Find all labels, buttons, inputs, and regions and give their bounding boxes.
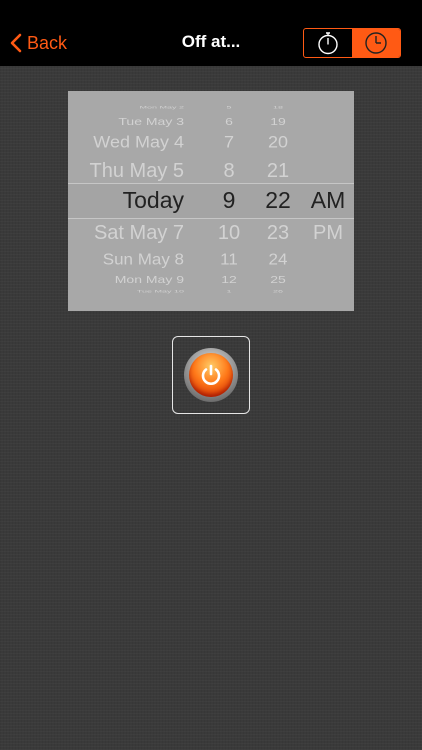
picker-row[interactable]: 5 [211, 105, 247, 109]
date-time-picker[interactable]: Mon May 2 Tue May 3 Wed May 4 Thu May 5 Toda… [68, 91, 354, 311]
picker-row[interactable]: 24 [259, 252, 297, 268]
picker-row[interactable]: 12 [211, 274, 247, 285]
picker-row[interactable]: Tue May 3 [118, 116, 184, 127]
chevron-left-icon [10, 33, 22, 53]
picker-row[interactable]: 18 [259, 105, 297, 109]
picker-row[interactable]: 11 [211, 252, 247, 268]
picker-row[interactable]: 22 [259, 189, 297, 212]
picker-row[interactable]: 1 [211, 289, 247, 293]
picker-row[interactable]: 19 [259, 116, 297, 127]
picker-row[interactable]: 7 [211, 134, 247, 151]
picker-row[interactable]: Tue May 10 [137, 289, 184, 293]
picker-row[interactable]: 6 [211, 116, 247, 127]
navigation-bar: Back Off at... [0, 0, 422, 66]
segment-stopwatch[interactable] [304, 29, 352, 57]
date-column[interactable]: Mon May 2 Tue May 3 Wed May 4 Thu May 5 Toda… [68, 91, 228, 311]
picker-row[interactable]: 20 [259, 134, 297, 151]
mode-segmented-control[interactable] [303, 28, 401, 58]
power-button-face [189, 353, 233, 397]
picker-row[interactable]: 25 [259, 274, 297, 285]
picker-row[interactable]: PM [306, 223, 350, 243]
picker-row[interactable]: 26 [259, 289, 297, 293]
picker-row[interactable]: Thu May 5 [90, 161, 184, 181]
power-button-bezel [184, 348, 238, 402]
back-button[interactable]: Back [10, 28, 67, 58]
picker-row[interactable]: Today [123, 189, 184, 212]
picker-row[interactable]: 23 [259, 223, 297, 243]
segment-clock[interactable] [351, 29, 400, 57]
stopwatch-icon [318, 32, 338, 55]
picker-row[interactable]: Mon May 2 [139, 105, 184, 109]
picker-row[interactable]: Mon May 9 [115, 274, 184, 285]
picker-row[interactable]: 10 [211, 223, 247, 243]
picker-row[interactable]: 21 [259, 161, 297, 181]
picker-row[interactable]: Sun May 8 [103, 252, 184, 268]
picker-row[interactable]: Wed May 4 [93, 134, 184, 151]
picker-row[interactable]: 9 [211, 189, 247, 212]
picker-row[interactable]: AM [306, 189, 350, 212]
power-icon [201, 364, 221, 385]
back-label: Back [27, 32, 68, 53]
picker-row[interactable]: 8 [211, 161, 247, 181]
minute-column[interactable]: 18 19 20 21 22 23 24 25 26 [259, 91, 297, 311]
power-button[interactable] [172, 336, 250, 414]
clock-icon [365, 32, 387, 54]
ampm-column[interactable]: AM PM [306, 91, 350, 311]
picker-row[interactable]: Sat May 7 [94, 223, 184, 243]
hour-column[interactable]: 5 6 7 8 9 10 11 12 1 [211, 91, 247, 311]
